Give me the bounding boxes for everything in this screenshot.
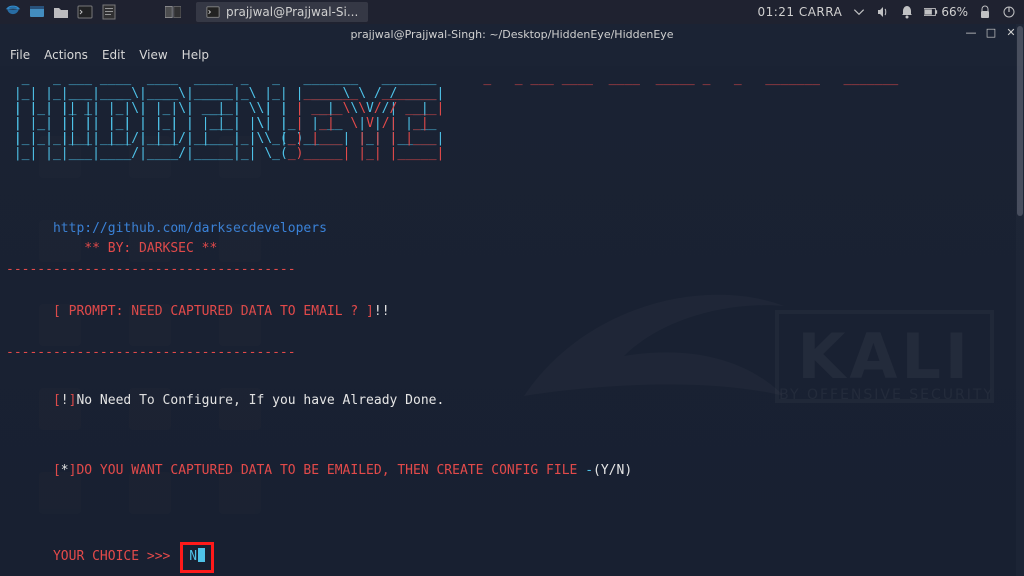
terminal-window: prajjwal@Prajjwal-Singh: ~/Desktop/Hidde…	[0, 24, 1024, 576]
battery-indicator[interactable]: 66%	[924, 5, 968, 19]
workspace-switcher-icon[interactable]	[164, 4, 182, 20]
taskbar-terminal[interactable]: prajjwal@Prajjwal-Si...	[196, 2, 368, 22]
text-editor-icon[interactable]	[100, 4, 118, 20]
window-titlebar[interactable]: prajjwal@Prajjwal-Singh: ~/Desktop/Hidde…	[0, 24, 1024, 44]
choice-value[interactable]: N	[189, 549, 197, 564]
menu-edit[interactable]: Edit	[102, 48, 125, 62]
top-panel: prajjwal@Prajjwal-Si... 01:21 CARRA 66%	[0, 0, 1024, 24]
clock[interactable]: 01:21 CARRA	[757, 5, 842, 19]
prompt-header: [ PROMPT: NEED CAPTURED DATA TO EMAIL ? …	[53, 304, 374, 319]
window-minimize[interactable]: —	[964, 26, 978, 39]
choice-label: YOUR CHOICE >>>	[53, 549, 178, 564]
battery-text: 66%	[941, 5, 968, 19]
choice-highlight: N	[180, 542, 214, 573]
dashes-bot: -------------------------------------	[6, 345, 296, 360]
power-icon[interactable]	[1002, 5, 1016, 19]
dropdown-icon[interactable]	[852, 5, 866, 19]
dashes-top: -------------------------------------	[6, 262, 296, 277]
menubar: File Actions Edit View Help	[0, 44, 1024, 66]
question-text: DO YOU WANT CAPTURED DATA TO BE EMAILED,…	[76, 463, 585, 478]
volume-icon[interactable]	[876, 5, 890, 19]
files-icon[interactable]	[52, 4, 70, 20]
banner-url: http://github.com/darksecdevelopers	[6, 221, 327, 236]
show-desktop-icon[interactable]	[28, 4, 46, 20]
menu-actions[interactable]: Actions	[44, 48, 88, 62]
menu-help[interactable]: Help	[182, 48, 209, 62]
window-title: prajjwal@Prajjwal-Singh: ~/Desktop/Hidde…	[350, 28, 673, 41]
lock-icon[interactable]	[978, 5, 992, 19]
menu-view[interactable]: View	[139, 48, 167, 62]
taskbar-terminal-label: prajjwal@Prajjwal-Si...	[226, 5, 358, 19]
panel-left: prajjwal@Prajjwal-Si...	[0, 2, 368, 22]
panel-right: 01:21 CARRA 66%	[757, 5, 1024, 19]
banner-by: ** BY: DARKSEC **	[6, 241, 217, 256]
terminal-body[interactable]: KALI BY OFFENSIVE SECURITY _ _ ___ ____ …	[0, 66, 1024, 576]
notifications-icon[interactable]	[900, 5, 914, 19]
terminal-icon[interactable]	[76, 4, 94, 20]
question-yn: (Y/N)	[593, 463, 632, 478]
app-menu-icon[interactable]	[4, 4, 22, 20]
info-text: No Need To Configure, If you have Alread…	[76, 393, 444, 408]
cursor-icon	[198, 548, 205, 562]
prompt-header-excl: !!	[374, 304, 390, 319]
ascii-banner: _ _ ___ ____ ____ _____ _ _ _______ ____…	[6, 72, 1018, 147]
window-maximize[interactable]: □	[984, 26, 998, 39]
vertical-scrollbar[interactable]	[1016, 24, 1024, 576]
scrollbar-thumb[interactable]	[1017, 26, 1023, 216]
window-controls: — □ ✕	[964, 26, 1018, 39]
menu-file[interactable]: File	[10, 48, 30, 62]
battery-icon	[924, 5, 938, 19]
